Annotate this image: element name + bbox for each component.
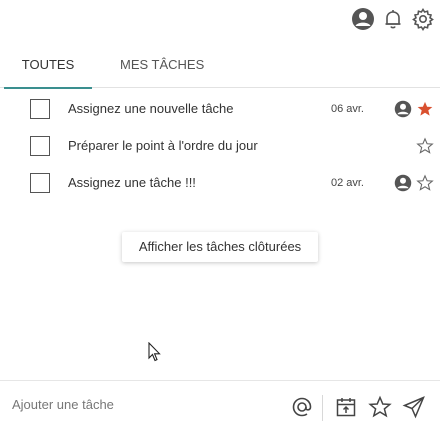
task-label[interactable]: Assignez une nouvelle tâche <box>68 101 234 116</box>
task-due-date: 02 avr. <box>330 176 364 189</box>
star-icon[interactable] <box>368 395 392 419</box>
tab-bar: TOUTES MES TÂCHES <box>0 48 440 89</box>
tab-mes-taches[interactable]: MES TÂCHES <box>120 48 204 88</box>
tab-mes-taches-label: MES TÂCHES <box>120 57 205 72</box>
mouse-cursor-icon <box>148 341 162 362</box>
tab-toutes[interactable]: TOUTES <box>4 48 92 89</box>
task-list: Assignez une nouvelle tâche 06 avr. Prép… <box>0 90 440 201</box>
at-icon[interactable] <box>290 395 314 419</box>
bell-icon[interactable] <box>380 6 406 32</box>
task-checkbox[interactable] <box>30 98 50 119</box>
task-checkbox[interactable] <box>30 135 50 156</box>
task-label[interactable]: Préparer le point à l'ordre du jour <box>68 138 258 153</box>
composer-divider <box>322 395 323 421</box>
show-closed-tasks-button[interactable]: Afficher les tâches clôturées <box>122 232 318 262</box>
header-icons <box>350 6 436 32</box>
task-due-date: 06 avr. <box>330 102 364 115</box>
active-tab-indicator <box>4 87 92 89</box>
task-label[interactable]: Assignez une tâche !!! <box>68 175 196 190</box>
star-outline-icon[interactable] <box>416 174 434 192</box>
task-row[interactable]: Assignez une nouvelle tâche 06 avr. <box>0 90 440 127</box>
task-composer <box>0 380 440 448</box>
task-checkbox[interactable] <box>30 172 50 193</box>
tab-toutes-label: TOUTES <box>21 57 75 72</box>
star-outline-icon[interactable] <box>416 137 434 155</box>
gear-icon[interactable] <box>410 6 436 32</box>
send-icon[interactable] <box>402 395 426 419</box>
assignee-avatar-icon[interactable] <box>394 100 412 118</box>
add-task-input[interactable] <box>8 391 276 417</box>
assignee-avatar-icon[interactable] <box>394 174 412 192</box>
task-row[interactable]: Préparer le point à l'ordre du jour <box>0 127 440 164</box>
user-avatar-icon[interactable] <box>350 6 376 32</box>
task-row[interactable]: Assignez une tâche !!! 02 avr. <box>0 164 440 201</box>
calendar-icon[interactable] <box>334 395 358 419</box>
star-filled-icon[interactable] <box>416 100 434 118</box>
